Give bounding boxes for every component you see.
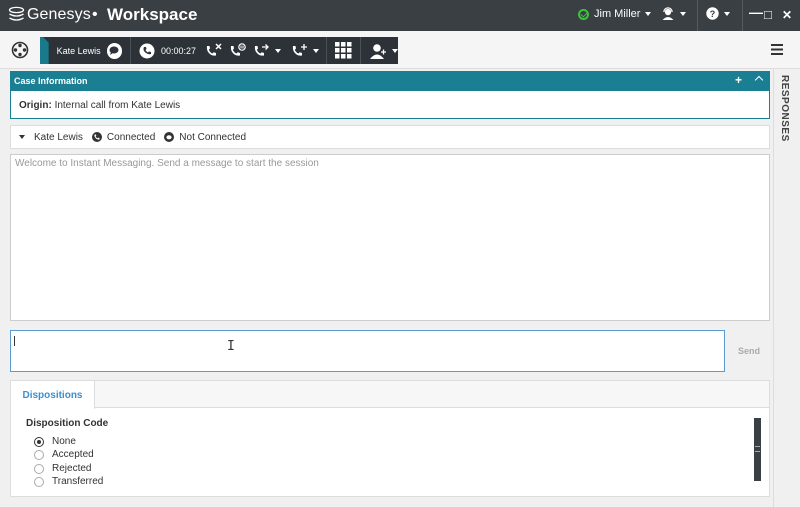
not-connected-status: Not Connected [179,131,247,143]
contact-name[interactable]: Kate Lewis [57,46,101,56]
origin-value: Internal call from Kate Lewis [54,100,181,111]
dispositions-panel: Dispositions Disposition Code None Accep… [10,380,770,497]
call-status: 00:00:27 [139,43,196,59]
case-information-title: Case Information [14,76,88,86]
radio-label: None [52,436,76,447]
main-toolbar: Kate Lewis 00:00:27 [0,31,800,69]
party-name: Kate Lewis [34,131,83,143]
chevron-down-icon [724,11,730,16]
genesys-logo-icon [8,6,25,23]
text-cursor [14,336,15,346]
divider [360,37,362,64]
origin-label: Origin: [19,100,52,111]
dialpad-icon [335,42,352,59]
call-timer: 00:00:27 [161,45,197,56]
radio-label: Rejected [52,463,92,474]
chevron-down-icon [275,48,282,53]
user-status-menu[interactable]: Jim Miller [578,8,652,20]
divider [326,37,328,64]
party-status-bar: Kate Lewis Connected Not Connected [10,125,770,149]
chat-bubble-icon[interactable] [106,42,123,59]
interaction-bar: Kate Lewis 00:00:27 [40,37,399,64]
chevron-down-icon [392,48,399,53]
message-input[interactable]: I [10,330,725,372]
add-case-data-button[interactable]: + [735,73,742,87]
headset-user-icon [662,7,674,20]
disposition-option-none[interactable]: None [34,436,76,447]
svg-text:?: ? [710,9,716,19]
transfer-call-button[interactable] [253,43,282,58]
radio-button[interactable] [34,476,44,487]
radio-label: Transferred [52,476,104,487]
responses-label: RESPONSES [779,75,790,142]
radio-button[interactable] [34,463,44,474]
chevron-up-icon[interactable] [754,75,764,85]
phone-hangup-icon [206,43,222,56]
disposition-code-label: Disposition Code [26,418,109,429]
chevron-down-icon [645,12,652,16]
case-information-body: Origin: Internal call from Kate Lewis [10,91,770,119]
hold-call-button[interactable] [229,43,246,58]
team-communicator-icon [11,41,29,59]
dispositions-tabbar: Dispositions [11,381,769,409]
close-button[interactable]: ✕ [782,6,792,24]
ibeam-cursor-icon: I [227,339,235,354]
help-icon: ? [706,7,719,20]
chevron-down-icon [680,12,686,16]
brand-separator: • [92,6,98,23]
title-bar: Genesys • Workspace Jim Miller ? — □ ✕ [0,0,800,31]
user-name: Jim Miller [594,8,641,20]
chat-bubble-icon [164,132,175,142]
radio-label: Accepted [52,449,94,460]
consult-button[interactable] [369,43,399,59]
phone-conference-icon [292,44,308,56]
end-call-button[interactable] [205,43,222,58]
divider [130,37,132,64]
chevron-down-icon[interactable] [19,135,25,139]
conference-call-button[interactable] [291,43,320,58]
disposition-option-transferred[interactable]: Transferred [34,476,103,487]
dialpad-button[interactable] [335,42,352,59]
chevron-down-icon [313,48,320,53]
main-menu-button[interactable] [771,44,783,58]
interaction-accent [40,37,49,64]
phone-icon [91,132,102,142]
disposition-option-rejected[interactable]: Rejected [34,463,91,474]
case-information-header: Case Information + [10,71,770,91]
origin-row: Origin: Internal call from Kate Lewis [19,100,180,111]
divider [697,0,698,31]
radio-button[interactable] [34,449,44,460]
connected-status: Connected [106,131,156,143]
welcome-message: Welcome to Instant Messaging. Send a mes… [15,158,319,169]
support-menu[interactable] [661,7,686,21]
contact-consult-icon [370,43,387,59]
radio-button[interactable] [34,436,44,447]
brand-name: Genesys [27,6,91,23]
divider [742,0,743,31]
phone-icon [139,43,155,58]
hamburger-menu-icon [771,44,783,55]
responses-panel-tab[interactable]: RESPONSES [773,69,800,507]
help-menu[interactable]: ? [706,7,730,20]
maximize-button[interactable]: □ [764,6,772,24]
scrollbar-thumb[interactable] [754,418,761,481]
app-name: Workspace [107,5,198,24]
ready-status-icon [578,8,589,20]
minimize-button[interactable]: — [749,3,763,21]
phone-transfer-icon [254,44,269,56]
chat-transcript[interactable]: Welcome to Instant Messaging. Send a mes… [10,154,770,321]
tab-dispositions[interactable]: Dispositions [11,381,95,409]
send-button[interactable]: Send [728,330,770,372]
workspace-menu-button[interactable] [11,41,29,62]
phone-hold-icon [230,43,246,56]
disposition-option-accepted[interactable]: Accepted [34,449,94,460]
grip-icon [755,446,760,452]
